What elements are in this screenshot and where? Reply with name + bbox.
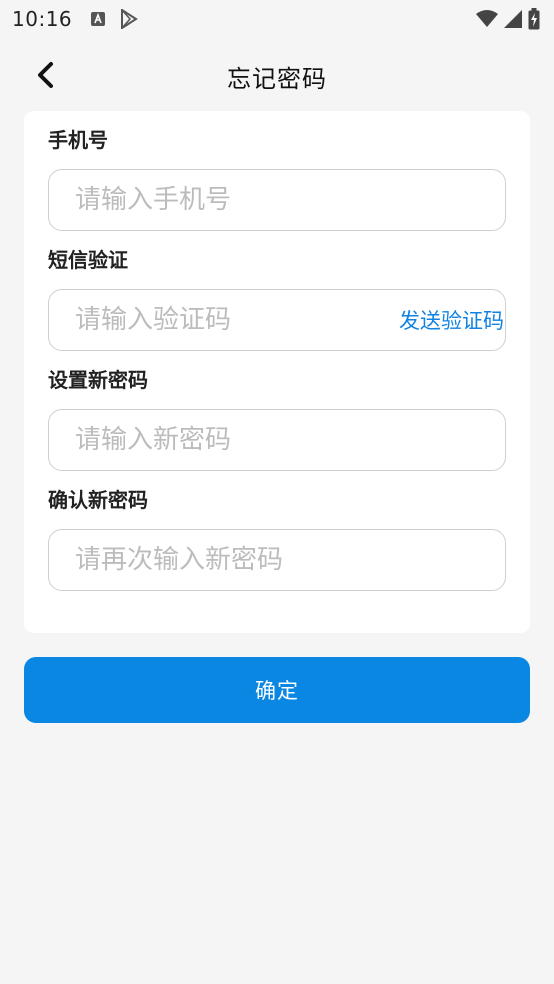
confirm-password-input[interactable] — [75, 545, 479, 575]
new-password-field-box — [48, 409, 506, 471]
play-store-icon — [120, 9, 138, 29]
back-button[interactable] — [28, 58, 62, 92]
chevron-left-icon — [35, 61, 55, 89]
new-password-label: 设置新密码 — [48, 368, 148, 392]
app-header: 忘记密码 — [0, 48, 554, 104]
phone-label: 手机号 — [48, 128, 108, 152]
sms-label: 短信验证 — [48, 248, 128, 272]
confirm-button[interactable]: 确定 — [24, 657, 530, 723]
new-password-field-group: 设置新密码 — [48, 367, 506, 471]
phone-input[interactable] — [75, 185, 479, 215]
sms-field-group: 短信验证 发送验证码 — [48, 247, 506, 351]
signal-icon — [504, 10, 522, 28]
wifi-icon — [476, 10, 498, 28]
sms-field-box: 发送验证码 — [48, 289, 506, 351]
status-bar: 10:16 — [0, 0, 554, 38]
phone-field-box — [48, 169, 506, 231]
confirm-password-field-group: 确认新密码 — [48, 487, 506, 591]
font-a-icon — [90, 11, 106, 27]
status-notification-icons — [90, 9, 138, 29]
confirm-password-label: 确认新密码 — [48, 488, 148, 512]
new-password-input[interactable] — [75, 425, 479, 455]
battery-icon — [528, 8, 540, 30]
form-card: 手机号 短信验证 发送验证码 设置新密码 确认新密码 — [24, 111, 530, 633]
sms-code-input[interactable] — [75, 305, 399, 335]
phone-field-group: 手机号 — [48, 127, 506, 231]
status-time: 10:16 — [12, 7, 73, 31]
confirm-password-field-box — [48, 529, 506, 591]
page-title: 忘记密码 — [227, 64, 327, 93]
send-code-button[interactable]: 发送验证码 — [399, 305, 504, 335]
status-system-icons — [476, 8, 540, 30]
